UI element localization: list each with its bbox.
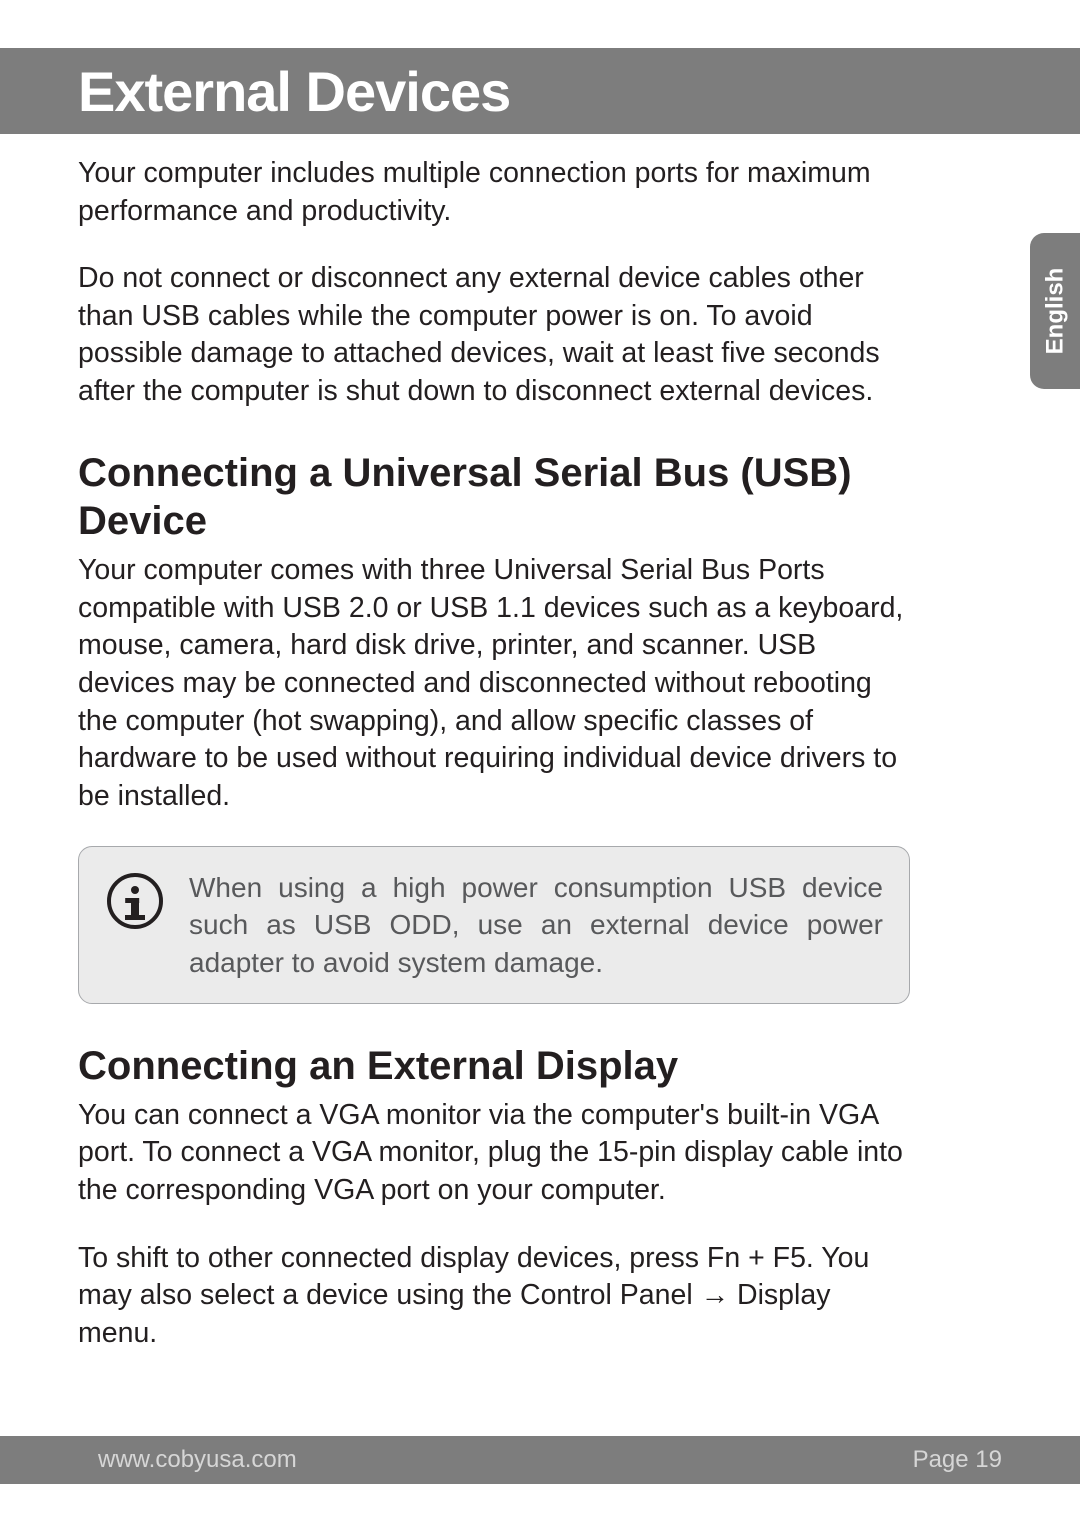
page-title: External Devices [78,59,510,124]
info-icon-wrap [107,869,163,982]
display-paragraph-2: To shift to other connected display devi… [78,1240,910,1353]
info-callout-text: When using a high power consumption USB … [189,869,883,982]
usb-paragraph: Your computer comes with three Universal… [78,552,910,815]
language-tab: English [1030,233,1080,389]
footer-url: www.cobyusa.com [98,1446,297,1474]
footer-bar: www.cobyusa.com Page 19 [0,1436,1080,1484]
heading-usb: Connecting a Universal Serial Bus (USB) … [78,449,910,547]
page-title-bar: External Devices [0,48,1080,134]
footer-page-number: Page 19 [913,1446,1002,1474]
heading-display: Connecting an External Display [78,1042,910,1091]
intro-paragraph-2: Do not connect or disconnect any externa… [78,260,910,410]
language-tab-label: English [1041,268,1069,355]
arrow-right-icon: → [701,1279,730,1311]
display-paragraph-1: You can connect a VGA monitor via the co… [78,1097,910,1210]
page-content: Your computer includes multiple connecti… [78,155,910,1383]
info-callout: When using a high power consumption USB … [78,846,910,1005]
info-icon [107,873,163,929]
intro-paragraph-1: Your computer includes multiple connecti… [78,155,910,230]
